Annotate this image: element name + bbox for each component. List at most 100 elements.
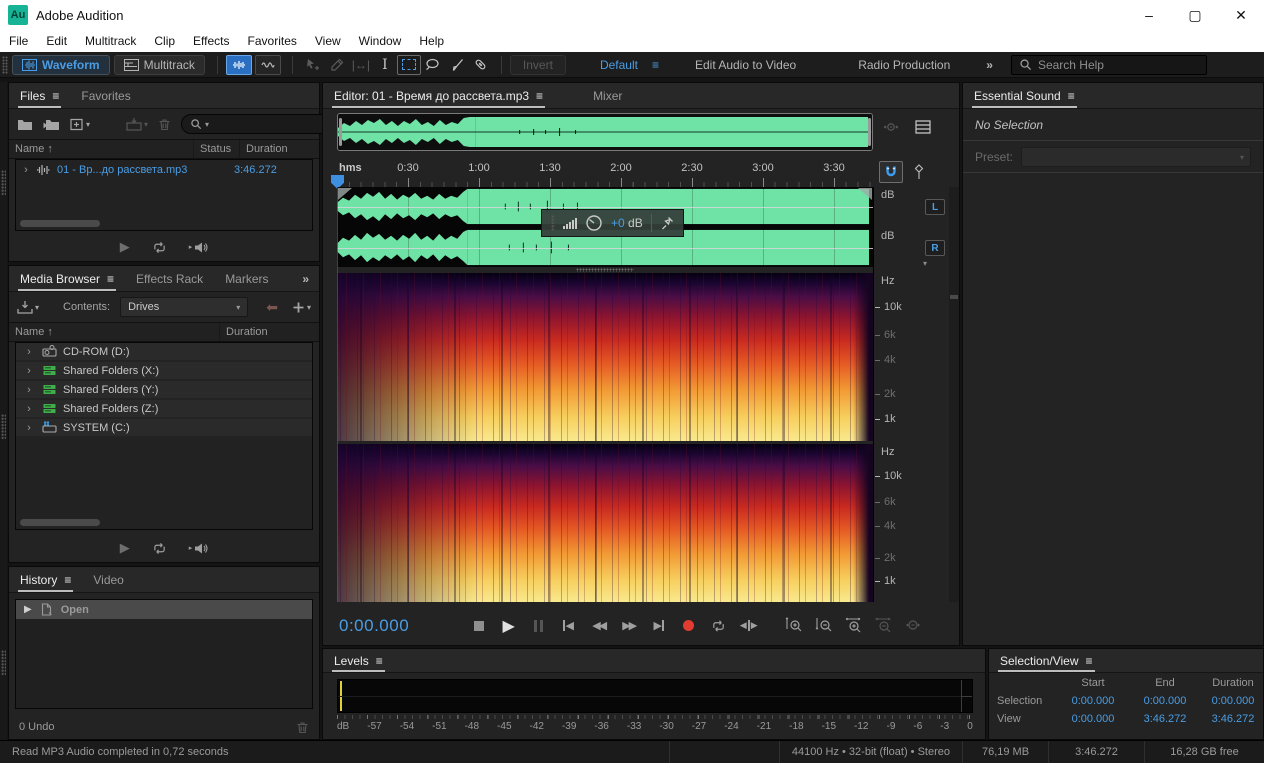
waveform-mode-button[interactable]: Waveform bbox=[12, 55, 110, 75]
editor-vscroll-thumb[interactable] bbox=[950, 295, 958, 299]
play-button[interactable]: ▶ bbox=[497, 616, 520, 636]
preview-autoplay-speaker-button[interactable]: ▸ bbox=[189, 241, 209, 254]
editor-vscroll-track[interactable] bbox=[949, 187, 959, 602]
panel-drag-handle[interactable] bbox=[1, 414, 6, 440]
zoom-in-time-button[interactable] bbox=[782, 616, 805, 636]
razor-tool[interactable] bbox=[325, 55, 349, 75]
marker-pin-icon[interactable] bbox=[913, 164, 925, 180]
menu-file[interactable]: File bbox=[0, 34, 37, 48]
menu-favorites[interactable]: Favorites bbox=[239, 34, 306, 48]
files-col-status[interactable]: Status bbox=[193, 140, 239, 158]
tab-files[interactable]: Files bbox=[9, 83, 70, 108]
workspace-menu-icon[interactable] bbox=[652, 58, 659, 72]
tab-history[interactable]: History bbox=[9, 567, 82, 592]
level-meter[interactable] bbox=[337, 679, 973, 713]
expand-chevron-icon[interactable]: › bbox=[16, 164, 36, 176]
preview-loop-button[interactable] bbox=[152, 241, 167, 254]
overview-right-handle[interactable] bbox=[868, 118, 871, 146]
zoom-to-selection-button[interactable] bbox=[842, 616, 865, 636]
preview-play-button[interactable]: ▶ bbox=[120, 239, 130, 255]
hud-pin-icon[interactable] bbox=[660, 216, 674, 230]
menu-clip[interactable]: Clip bbox=[145, 34, 184, 48]
panel-menu-icon[interactable] bbox=[376, 654, 383, 668]
marquee-selection-tool[interactable] bbox=[397, 55, 421, 75]
tab-selection-view[interactable]: Selection/View bbox=[989, 649, 1104, 672]
expand-chevron-icon[interactable]: › bbox=[22, 346, 36, 358]
spectral-display-toggle[interactable] bbox=[255, 55, 281, 75]
panel-drag-handle[interactable] bbox=[1, 170, 6, 196]
tab-overflow-icon[interactable]: » bbox=[292, 266, 319, 291]
media-col-name[interactable]: Name ↑ bbox=[9, 323, 219, 341]
spectral-left-channel[interactable] bbox=[337, 273, 873, 441]
expand-chevron-icon[interactable]: › bbox=[22, 422, 36, 434]
panel-list-icon[interactable] bbox=[915, 120, 931, 134]
multitrack-mode-button[interactable]: Multitrack bbox=[114, 55, 205, 75]
panel-menu-icon[interactable] bbox=[536, 89, 543, 103]
minimize-button[interactable]: – bbox=[1126, 0, 1172, 30]
drive-row-shared-x[interactable]: › Shared Folders (X:) bbox=[16, 362, 312, 381]
panel-drag-handle[interactable] bbox=[1, 650, 6, 676]
menu-multitrack[interactable]: Multitrack bbox=[76, 34, 145, 48]
media-col-duration[interactable]: Duration bbox=[219, 323, 319, 341]
files-hscroll-thumb[interactable] bbox=[20, 220, 100, 227]
selection-duration[interactable]: 0:00.000 bbox=[1201, 695, 1264, 707]
tab-essential-sound[interactable]: Essential Sound bbox=[963, 83, 1086, 108]
view-end[interactable]: 3:46.272 bbox=[1129, 713, 1201, 725]
history-entry-open[interactable]: ▶ Open bbox=[16, 600, 312, 619]
time-selection-tool[interactable]: I bbox=[373, 55, 397, 75]
waveform-overview[interactable] bbox=[337, 113, 873, 151]
menu-view[interactable]: View bbox=[306, 34, 350, 48]
left-channel-button[interactable]: L bbox=[925, 199, 945, 215]
workspace-edit-audio-to-video[interactable]: Edit Audio to Video bbox=[687, 58, 804, 72]
loop-playback-button[interactable] bbox=[707, 616, 730, 636]
add-shortcut-button[interactable] bbox=[292, 301, 311, 314]
tab-markers[interactable]: Markers bbox=[214, 266, 279, 291]
import-file-button[interactable] bbox=[43, 118, 60, 131]
expand-chevron-icon[interactable]: › bbox=[22, 403, 36, 415]
selection-end[interactable]: 0:00.000 bbox=[1129, 695, 1201, 707]
time-display[interactable]: 0:00.000 bbox=[339, 616, 409, 636]
snap-toggle[interactable] bbox=[879, 161, 903, 183]
back-button[interactable]: ⬅ bbox=[266, 299, 278, 316]
paintbrush-selection-tool[interactable] bbox=[445, 55, 469, 75]
workspace-radio-production[interactable]: Radio Production bbox=[850, 58, 958, 72]
overview-left-handle[interactable] bbox=[339, 118, 342, 146]
drive-row-shared-z[interactable]: › Shared Folders (Z:) bbox=[16, 400, 312, 419]
zoom-out-time-button[interactable] bbox=[812, 616, 835, 636]
menu-edit[interactable]: Edit bbox=[37, 34, 76, 48]
view-duration[interactable]: 3:46.272 bbox=[1201, 713, 1264, 725]
clear-history-button[interactable] bbox=[296, 721, 309, 734]
drive-row-cdrom[interactable]: › CD-ROM (D:) bbox=[16, 343, 312, 362]
preview-loop-button[interactable] bbox=[152, 542, 167, 555]
delete-file-button[interactable] bbox=[158, 118, 171, 131]
import-media-button[interactable] bbox=[17, 301, 39, 314]
tab-favorites[interactable]: Favorites bbox=[70, 83, 141, 108]
selection-start[interactable]: 0:00.000 bbox=[1057, 695, 1129, 707]
gain-hud[interactable]: +0 dB bbox=[541, 209, 684, 237]
move-tool[interactable] bbox=[301, 55, 325, 75]
waveform-display[interactable]: +0 dB bbox=[337, 187, 873, 267]
zoom-out-full-button[interactable] bbox=[872, 616, 895, 636]
spectral-right-channel[interactable] bbox=[337, 444, 873, 602]
toolbar-grip[interactable] bbox=[2, 56, 8, 74]
waveform-display-toggle[interactable] bbox=[226, 55, 252, 75]
skip-to-next-button[interactable]: ▶ bbox=[647, 616, 670, 636]
contents-dropdown[interactable]: Drives bbox=[120, 297, 248, 317]
media-hscroll-thumb[interactable] bbox=[20, 519, 100, 526]
close-button[interactable]: ✕ bbox=[1218, 0, 1264, 30]
view-start[interactable]: 0:00.000 bbox=[1057, 713, 1129, 725]
tab-levels[interactable]: Levels bbox=[323, 649, 394, 672]
new-file-button[interactable] bbox=[70, 118, 90, 131]
preview-autoplay-speaker-button[interactable]: ▸ bbox=[189, 542, 209, 555]
expand-chevron-icon[interactable]: › bbox=[22, 384, 36, 396]
panel-menu-icon[interactable] bbox=[1086, 654, 1093, 668]
panel-menu-icon[interactable] bbox=[107, 272, 114, 286]
hud-gain-value[interactable]: +0 bbox=[611, 216, 625, 230]
open-file-button[interactable] bbox=[17, 118, 33, 131]
tab-editor[interactable]: Editor: 01 - Время до рассвета.mp3 bbox=[323, 83, 554, 108]
tab-mixer[interactable]: Mixer bbox=[582, 83, 633, 108]
gain-knob-icon[interactable] bbox=[585, 214, 603, 232]
tab-effects-rack[interactable]: Effects Rack bbox=[125, 266, 214, 291]
search-options-caret-icon[interactable] bbox=[205, 120, 209, 129]
record-button[interactable] bbox=[677, 616, 700, 636]
